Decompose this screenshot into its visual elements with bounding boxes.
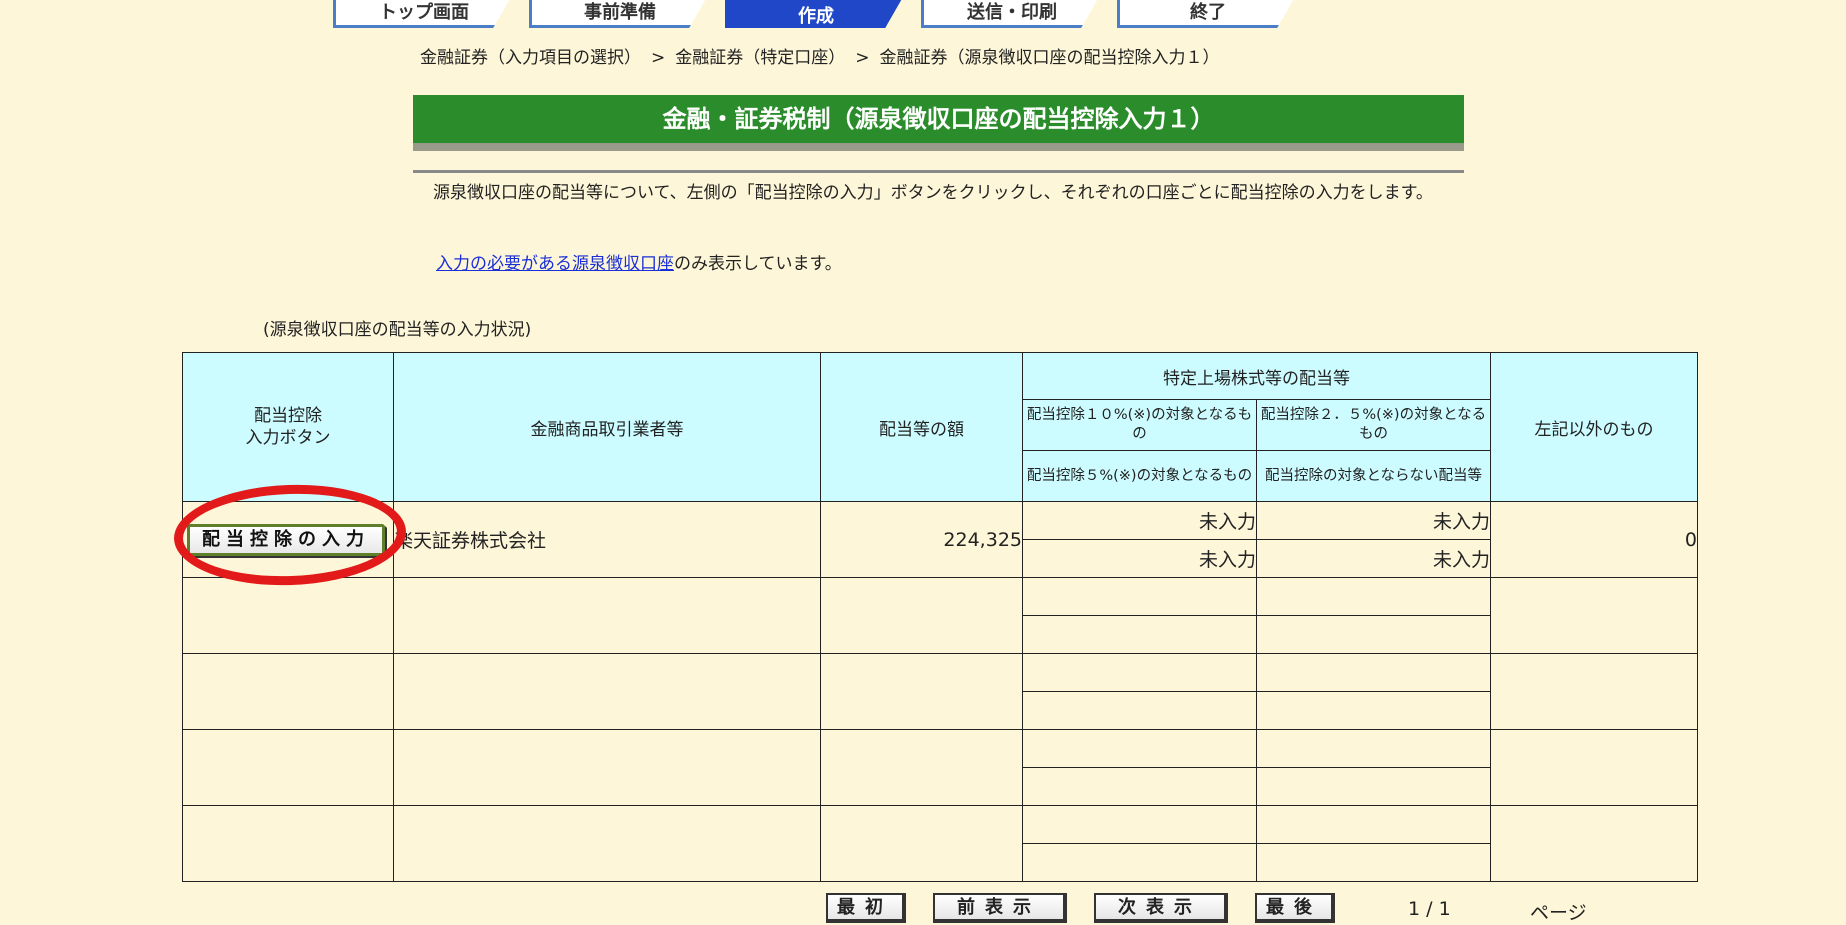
cell-amount bbox=[820, 729, 1023, 806]
cell-deduction-10: 未入力 bbox=[1022, 501, 1257, 540]
table-caption: (源泉徴収口座の配当等の入力状況) bbox=[263, 320, 532, 340]
cell-deduction-5 bbox=[1022, 691, 1257, 730]
cell-other bbox=[1490, 577, 1698, 654]
cell-amount: 224,325 bbox=[820, 501, 1023, 578]
cell-button bbox=[182, 577, 394, 654]
cell-deduction-5 bbox=[1022, 615, 1257, 654]
cell-other bbox=[1490, 653, 1698, 730]
cell-button bbox=[182, 805, 394, 882]
table-row bbox=[182, 729, 1698, 806]
cell-deduction-10 bbox=[1022, 577, 1257, 616]
cell-broker: 楽天証券株式会社 bbox=[393, 501, 821, 578]
cell-deduction-2-5 bbox=[1256, 729, 1491, 768]
breadcrumb-item: 金融証券（特定口座） bbox=[675, 48, 846, 68]
page-title: 金融・証券税制（源泉徴収口座の配当控除入力１） bbox=[413, 95, 1464, 143]
table-row bbox=[182, 805, 1698, 882]
header-button-col: 配当控除 入力ボタン bbox=[182, 352, 394, 502]
cell-amount bbox=[820, 653, 1023, 730]
required-accounts-link[interactable]: 入力の必要がある源泉徴収口座 bbox=[436, 254, 674, 274]
cell-deduction-5 bbox=[1022, 767, 1257, 806]
header-broker: 金融商品取引業者等 bbox=[393, 352, 821, 502]
breadcrumb: 金融証券（入力項目の選択） > 金融証券（特定口座） > 金融証券（源泉徴収口座の配当控… bbox=[420, 48, 1220, 68]
cell-deduction-10 bbox=[1022, 729, 1257, 768]
cell-other bbox=[1490, 729, 1698, 806]
header-deduction-10: 配当控除１０%(※)の対象となるもの bbox=[1022, 399, 1257, 451]
page-label: ページ bbox=[1530, 902, 1587, 924]
prev-page-button[interactable]: 前表示 bbox=[933, 893, 1067, 923]
cell-no-deduction bbox=[1256, 691, 1491, 730]
note: 入力の必要がある源泉徴収口座のみ表示しています。 bbox=[436, 254, 842, 274]
header-deduction-5: 配当控除５%(※)の対象となるもの bbox=[1022, 450, 1257, 502]
cell-deduction-10 bbox=[1022, 805, 1257, 844]
header-listed-stock-group: 特定上場株式等の配当等 bbox=[1022, 352, 1491, 400]
first-page-button[interactable]: 最初 bbox=[826, 893, 906, 923]
cell-no-deduction bbox=[1256, 615, 1491, 654]
divider bbox=[413, 170, 1464, 173]
cell-button: 配当控除の入力 bbox=[182, 501, 394, 578]
header-amount: 配当等の額 bbox=[820, 352, 1023, 502]
description: 源泉徴収口座の配当等について、左側の「配当控除の入力」ボタンをクリックし、それぞ… bbox=[416, 183, 1433, 203]
cell-broker bbox=[393, 729, 821, 806]
cell-button bbox=[182, 653, 394, 730]
dividend-status-table: 配当控除 入力ボタン 金融商品取引業者等 配当等の額 特定上場株式等の配当等 左… bbox=[182, 352, 1698, 882]
cell-broker bbox=[393, 577, 821, 654]
cell-deduction-10 bbox=[1022, 653, 1257, 692]
table-row bbox=[182, 653, 1698, 730]
step-top[interactable]: トップ画面 bbox=[333, 0, 515, 28]
cell-deduction-5 bbox=[1022, 843, 1257, 882]
cell-amount bbox=[820, 805, 1023, 882]
cell-deduction-2-5 bbox=[1256, 577, 1491, 616]
step-send-print[interactable]: 送信・印刷 bbox=[921, 0, 1103, 28]
page-info: 1 / 1 bbox=[1408, 898, 1451, 920]
breadcrumb-item: 金融証券（入力項目の選択） bbox=[420, 48, 641, 68]
table-row bbox=[182, 577, 1698, 654]
cell-deduction-5: 未入力 bbox=[1022, 539, 1257, 578]
last-page-button[interactable]: 最後 bbox=[1255, 893, 1335, 923]
cell-no-deduction: 未入力 bbox=[1256, 539, 1491, 578]
header-no-deduction: 配当控除の対象とならない配当等 bbox=[1256, 450, 1491, 502]
title-underbar bbox=[413, 143, 1464, 151]
header-other: 左記以外のもの bbox=[1490, 352, 1698, 502]
next-page-button[interactable]: 次表示 bbox=[1094, 893, 1228, 923]
dividend-deduction-input-button[interactable]: 配当控除の入力 bbox=[187, 523, 385, 556]
header-deduction-2-5: 配当控除２．５%(※)の対象となるもの bbox=[1256, 399, 1491, 451]
cell-other: 0 bbox=[1490, 501, 1698, 578]
table-row: 配当控除の入力 楽天証券株式会社 224,325 未入力 未入力 0 bbox=[182, 501, 1698, 578]
step-preparation[interactable]: 事前準備 bbox=[529, 0, 711, 28]
cell-deduction-2-5 bbox=[1256, 653, 1491, 692]
step-finish[interactable]: 終了 bbox=[1117, 0, 1299, 28]
cell-button bbox=[182, 729, 394, 806]
cell-broker bbox=[393, 653, 821, 730]
cell-no-deduction bbox=[1256, 767, 1491, 806]
cell-deduction-2-5: 未入力 bbox=[1256, 501, 1491, 540]
cell-amount bbox=[820, 577, 1023, 654]
step-create[interactable]: 作成 bbox=[725, 0, 907, 28]
cell-broker bbox=[393, 805, 821, 882]
cell-no-deduction bbox=[1256, 843, 1491, 882]
breadcrumb-item: 金融証券（源泉徴収口座の配当控除入力１） bbox=[879, 48, 1220, 68]
cell-other bbox=[1490, 805, 1698, 882]
cell-deduction-2-5 bbox=[1256, 805, 1491, 844]
